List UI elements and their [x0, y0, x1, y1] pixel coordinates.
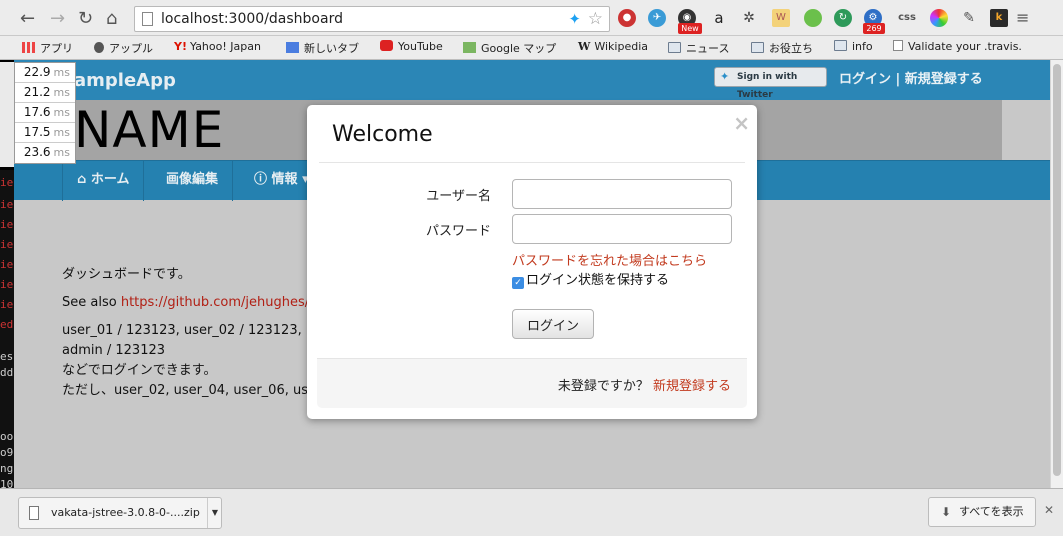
signup-link[interactable]: 新規登録する: [653, 379, 731, 394]
folder-icon: [668, 42, 681, 53]
youtube-icon: [380, 40, 393, 51]
twitter-signin-label: Sign in with Twitter: [737, 72, 798, 100]
folder-icon: [751, 42, 764, 53]
bookmark-folder-useful[interactable]: お役立ち: [751, 40, 813, 56]
yahoo-icon: Y!: [174, 40, 187, 53]
background-terminal-strip: ie ie ie ie ie ie ie ed es dd oo o9 ng 1…: [0, 170, 14, 500]
username-label: ユーザー名: [426, 189, 491, 204]
frame-time-row: 22.9 ms: [15, 63, 75, 83]
file-icon: [29, 506, 39, 520]
amazon-extension-icon[interactable]: a: [710, 9, 728, 27]
download-bar: vakata-jstree-3.0.8-0-....zip ▼ ⬇ すべてを表示…: [0, 488, 1063, 536]
reload-icon[interactable]: ↻: [78, 8, 93, 29]
frame-time-row: 23.6 ms: [23, 145, 70, 159]
scrollbar-thumb[interactable]: [1053, 64, 1061, 476]
close-icon[interactable]: ×: [733, 111, 750, 135]
download-menu-icon[interactable]: ▼: [207, 498, 222, 528]
login-modal: Welcome × ユーザー名 パスワード パスワードを忘れた場合はこちら ✓ ロ…: [307, 105, 757, 419]
santa-extension-icon[interactable]: ●: [618, 9, 636, 27]
green-dot-extension-icon[interactable]: [804, 9, 822, 27]
k-extension-icon[interactable]: k: [990, 9, 1008, 27]
info-icon: ⓘ: [254, 172, 268, 187]
eyedropper-extension-icon[interactable]: ✎: [960, 9, 978, 27]
modal-footer: 未登録ですか？ 新規登録する: [317, 358, 747, 408]
bookmark-folder-info[interactable]: info: [834, 40, 873, 53]
nav-item-image-edit[interactable]: 画像編集: [152, 161, 234, 201]
accounts-text: user_01 / 123123, user_02 / 123123, ... …: [62, 323, 319, 398]
wikipedia-icon: W: [578, 40, 591, 53]
site-header: ampleApp ✦ Sign in with Twitter ログイン | 新…: [14, 60, 1050, 100]
dashboard-heading: ダッシュボードです。: [62, 267, 191, 282]
remember-me-row[interactable]: ✓ ログイン状態を保持する: [512, 269, 669, 289]
bookmark-youtube[interactable]: YouTube: [380, 40, 443, 53]
bookmark-apps[interactable]: アプリ: [22, 40, 73, 56]
modal-title: Welcome: [332, 122, 433, 147]
modal-divider: [319, 162, 745, 163]
banner-title: NAME: [74, 101, 225, 159]
count-badge: 269: [863, 23, 885, 34]
see-also-line: See also https://github.com/jehughes/r: [62, 295, 315, 310]
password-label: パスワード: [425, 224, 491, 239]
url-text: localhost:3000/dashboard: [161, 11, 343, 27]
bookmark-yahoo[interactable]: Y! Yahoo! Japan: [174, 40, 261, 53]
nav-item-home[interactable]: ⌂ ホーム: [62, 161, 145, 201]
password-input[interactable]: [512, 214, 732, 244]
back-arrow-icon[interactable]: ←: [20, 8, 35, 29]
bookmark-wikipedia[interactable]: W Wikipedia: [578, 40, 648, 53]
new-badge: New: [678, 23, 702, 34]
remember-me-label: ログイン状態を保持する: [526, 273, 670, 288]
page-icon: [142, 12, 153, 26]
twitter-signin-button[interactable]: ✦ Sign in with Twitter: [714, 67, 827, 100]
twitter-extension-icon[interactable]: ✦: [568, 10, 581, 28]
maps-icon: [463, 42, 476, 53]
home-icon: ⌂: [77, 172, 87, 187]
folder-icon: [834, 40, 847, 51]
bookmark-apple[interactable]: アップル: [94, 40, 153, 56]
show-all-downloads-button[interactable]: ⬇ すべてを表示: [928, 497, 1036, 527]
browser-toolbar: ← → ↻ ⌂ localhost:3000/dashboard ✦ ☆ ● ✈…: [0, 0, 1063, 36]
see-also-link[interactable]: https://github.com/jehughes/r: [121, 295, 315, 310]
forward-arrow-icon[interactable]: →: [50, 8, 65, 29]
w-extension-icon[interactable]: W: [772, 9, 790, 27]
frame-time-row: 17.5 ms: [15, 123, 75, 143]
login-button[interactable]: ログイン: [512, 309, 594, 339]
bookmark-new-tab[interactable]: 新しいタブ: [286, 40, 359, 56]
site-brand[interactable]: ampleApp: [74, 70, 176, 91]
apple-icon: [94, 42, 104, 53]
bird-extension-icon[interactable]: ✈: [648, 9, 666, 27]
twitter-bird-icon: ✦: [720, 70, 730, 83]
forgot-password-link[interactable]: パスワードを忘れた場合はこちら: [512, 250, 707, 269]
signup-prompt: 未登録ですか？ 新規登録する: [557, 379, 731, 394]
username-input[interactable]: [512, 179, 732, 209]
document-icon: [893, 40, 903, 51]
close-icon[interactable]: ✕: [1044, 503, 1054, 517]
remember-me-checkbox[interactable]: ✓: [512, 277, 524, 289]
bookmark-google-maps[interactable]: Google マップ: [463, 40, 556, 56]
download-icon: ⬇: [941, 505, 952, 519]
auth-links[interactable]: ログイン | 新規登録する: [839, 68, 983, 87]
home-icon[interactable]: ⌂: [106, 8, 117, 29]
frame-time-overlay: 22.9 ms 21.2 ms 17.6 ms 17.5 ms 23.6 ms: [14, 62, 76, 164]
apps-icon: [22, 42, 35, 53]
bug-extension-icon[interactable]: ✲: [740, 9, 758, 27]
refresh-extension-icon[interactable]: ↻: [834, 9, 852, 27]
bookmarks-bar: アプリ アップル Y! Yahoo! Japan 新しいタブ YouTube Go…: [0, 36, 1063, 60]
color-wheel-extension-icon[interactable]: [930, 9, 948, 27]
bookmark-validate-travis[interactable]: Validate your .travis.: [893, 40, 1022, 53]
dashboard-content: ダッシュボードです。 See also https://github.com/j…: [62, 265, 318, 401]
bookmark-star-icon[interactable]: ☆: [588, 9, 603, 29]
frame-time-row: 17.6 ms: [15, 103, 75, 123]
download-item[interactable]: vakata-jstree-3.0.8-0-....zip ▼: [18, 497, 222, 529]
frame-time-row: 21.2 ms: [15, 83, 75, 103]
css-extension-icon[interactable]: css: [896, 9, 918, 27]
menu-icon[interactable]: ≡: [1016, 8, 1029, 27]
download-filename: vakata-jstree-3.0.8-0-....zip: [51, 506, 200, 519]
background-window-strip: [0, 62, 14, 167]
google-icon: [286, 42, 299, 53]
page-scrollbar[interactable]: [1050, 60, 1063, 488]
address-bar[interactable]: localhost:3000/dashboard ✦ ☆: [134, 6, 610, 32]
bookmark-folder-news[interactable]: ニュース: [668, 40, 729, 56]
